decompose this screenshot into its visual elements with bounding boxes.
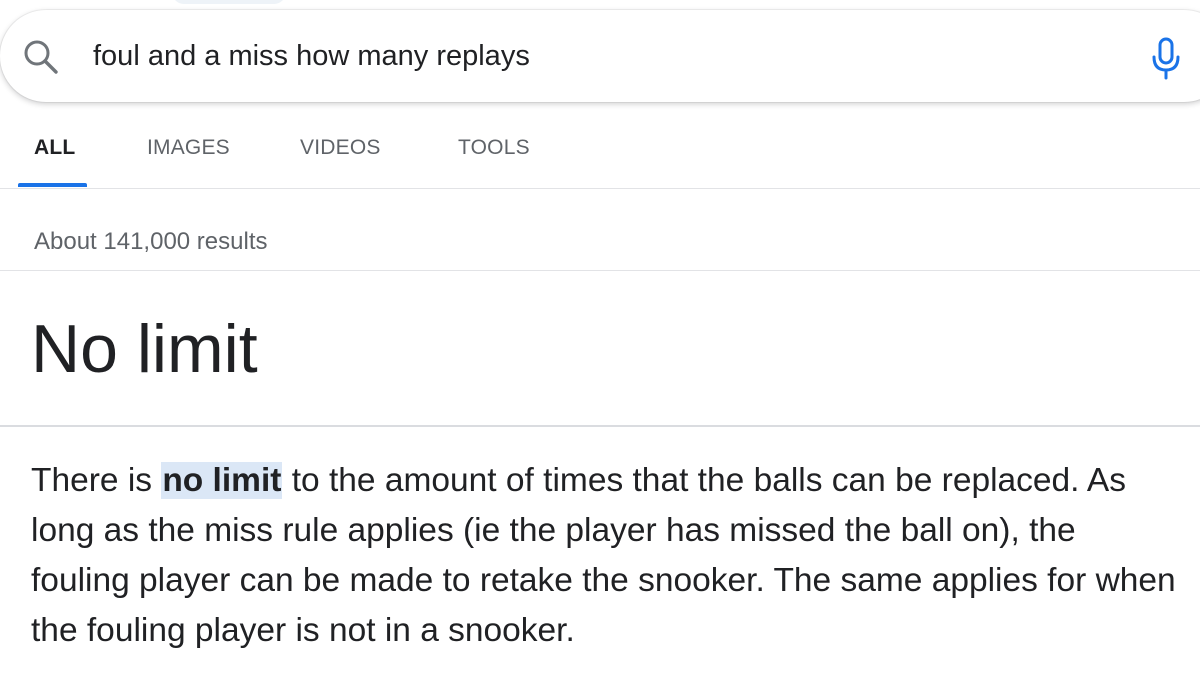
snippet-text-before: There is <box>31 462 162 499</box>
search-tabs: ALL IMAGES VIDEOS TOOLS <box>0 112 1200 189</box>
featured-snippet-card: No limit There is no limit to the amount… <box>0 270 1200 697</box>
search-input[interactable]: foul and a miss how many replays <box>93 36 530 76</box>
snippet-highlight: no limit <box>161 462 283 499</box>
tab-videos[interactable]: VIDEOS <box>300 136 381 160</box>
tab-tools[interactable]: TOOLS <box>458 136 530 160</box>
search-results-page: foul and a miss how many replays ALL IMA… <box>0 0 1200 697</box>
tab-all[interactable]: ALL <box>34 136 75 160</box>
snippet-divider <box>0 425 1200 427</box>
mic-icon[interactable] <box>1151 37 1181 81</box>
active-tab-indicator <box>18 183 87 187</box>
top-tab-remnant <box>172 0 286 4</box>
answer-title: No limit <box>31 311 258 387</box>
tab-images[interactable]: IMAGES <box>147 136 230 160</box>
search-bar[interactable]: foul and a miss how many replays <box>0 10 1200 102</box>
results-count: About 141,000 results <box>34 228 268 255</box>
search-icon[interactable] <box>22 38 60 76</box>
snippet-text: There is no limit to the amount of times… <box>31 456 1181 656</box>
